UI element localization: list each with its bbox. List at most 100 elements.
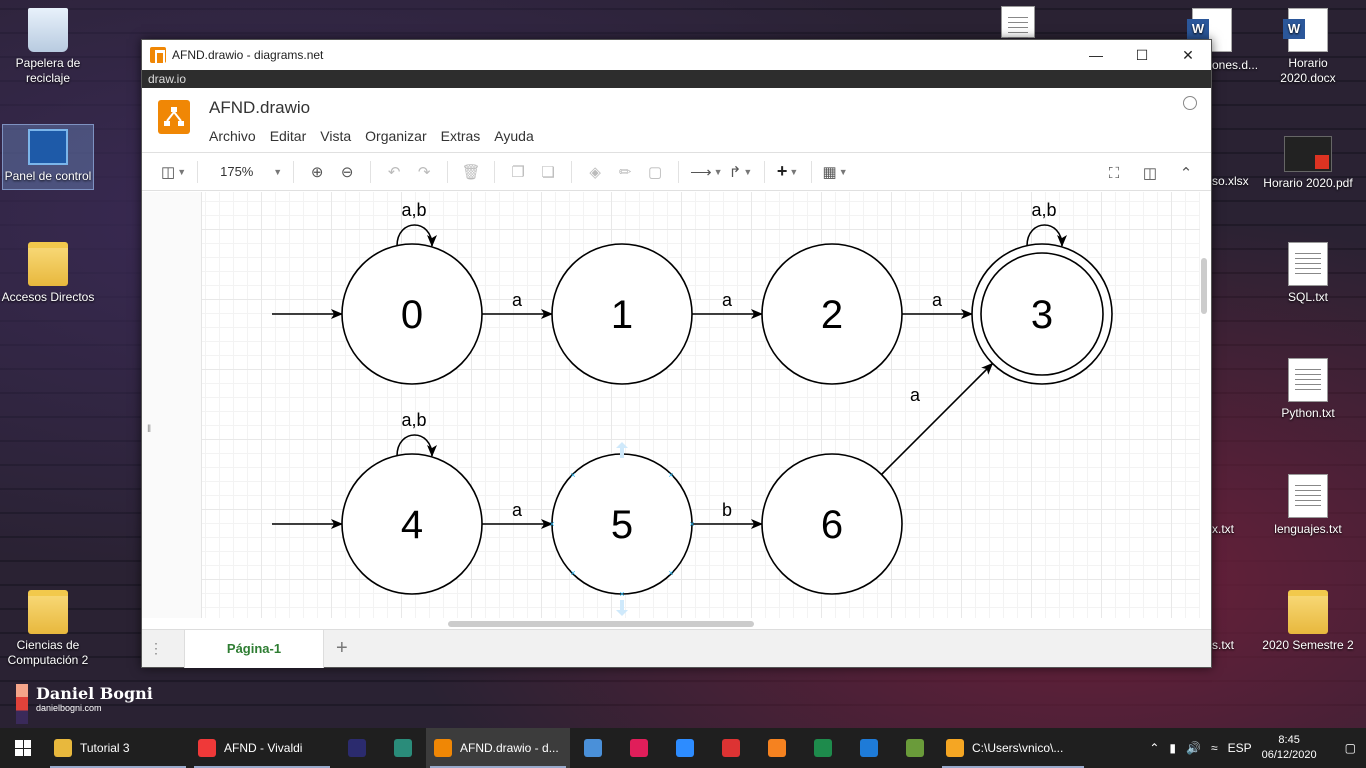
language-globe-icon[interactable] — [1183, 96, 1197, 110]
undo-icon[interactable]: ↶ — [382, 160, 406, 184]
taskbar-item[interactable] — [800, 728, 846, 768]
volume-icon[interactable]: 🔊 — [1186, 741, 1201, 755]
menu-organizar[interactable]: Organizar — [365, 128, 426, 144]
tab-pagina-1[interactable]: Página-1 — [184, 629, 324, 668]
taskbar-item[interactable] — [570, 728, 616, 768]
delete-icon[interactable]: 🗑 — [459, 160, 483, 184]
desktop-icon-shortcuts[interactable]: Accesos Directos — [0, 242, 96, 305]
desktop-icon-control-panel[interactable]: Panel de control — [2, 124, 94, 190]
tray-chevron-up-icon[interactable]: ⌃ — [1149, 741, 1159, 755]
transition-label-5[interactable]: a,b — [401, 410, 426, 430]
desktop-icon-cc2-folder[interactable]: Ciencias de Computación 2 — [0, 590, 96, 668]
diagram-canvas[interactable]: a,baaaa,ba,baba012345××××××××6 — [202, 192, 1200, 618]
connection-style-icon[interactable]: ⟶ ▼ — [690, 160, 722, 184]
zoom-out-icon[interactable]: ⊖ — [335, 160, 359, 184]
format-panel-toggle-icon[interactable]: ◫ ▼ — [161, 160, 186, 184]
menu-extras[interactable]: Extras — [441, 128, 481, 144]
taskbar-item[interactable] — [754, 728, 800, 768]
window-titlebar[interactable]: AFND.drawio - diagrams.net — ☐ ✕ — [142, 40, 1211, 70]
shadow-icon[interactable]: ▢ — [643, 160, 667, 184]
fill-color-icon[interactable]: ◈ — [583, 160, 607, 184]
format-panel-icon[interactable]: ◫ — [1138, 161, 1162, 185]
table-icon[interactable]: ▦ ▼ — [823, 160, 848, 184]
taskbar-item[interactable] — [846, 728, 892, 768]
state-label-0[interactable]: 0 — [401, 293, 423, 337]
minimize-button[interactable]: — — [1073, 40, 1119, 70]
shapes-panel-collapsed[interactable]: ‖ — [142, 192, 202, 618]
desktop-icon-horario-docx[interactable]: W Horario 2020.docx — [1260, 8, 1356, 86]
taskbar-item[interactable] — [616, 728, 662, 768]
language-indicator[interactable]: ESP — [1228, 741, 1252, 755]
menu-editar[interactable]: Editar — [270, 128, 307, 144]
connection-point[interactable]: × — [668, 568, 673, 578]
vertical-scrollbar[interactable] — [1201, 258, 1207, 314]
panel-grip-icon[interactable]: ‖ — [147, 424, 151, 435]
state-label-3[interactable]: 3 — [1031, 293, 1053, 337]
taskbar-item[interactable] — [708, 728, 754, 768]
self-loop-3[interactable] — [1026, 224, 1067, 247]
desktop-icon-recycle-bin[interactable]: Papelera de reciclaje — [0, 8, 96, 86]
desktop-icon-python-txt[interactable]: Python.txt — [1260, 358, 1356, 421]
close-button[interactable]: ✕ — [1165, 40, 1211, 70]
desktop-icon-horario-pdf[interactable]: Horario 2020.pdf — [1260, 136, 1356, 191]
redo-icon[interactable]: ↷ — [412, 160, 436, 184]
zoom-select[interactable]: 175% ▼ — [220, 160, 282, 184]
add-page-icon[interactable]: + — [336, 637, 348, 660]
taskbar-item[interactable] — [334, 728, 380, 768]
notifications-icon[interactable]: ▢ — [1345, 741, 1356, 755]
pages-menu-icon[interactable]: ⋮ — [142, 640, 170, 657]
taskbar-item[interactable] — [380, 728, 426, 768]
desktop-icon-partial-doc[interactable] — [1000, 6, 1036, 42]
collapse-chevron-up-icon[interactable]: ⌃ — [1174, 161, 1198, 185]
state-label-4[interactable]: 4 — [401, 503, 423, 547]
taskbar-item[interactable]: AFND.drawio - d... — [426, 728, 570, 768]
menu-vista[interactable]: Vista — [320, 128, 351, 144]
taskbar-item[interactable]: AFND - Vivaldi — [190, 728, 334, 768]
state-label-1[interactable]: 1 — [611, 293, 633, 337]
menu-archivo[interactable]: Archivo — [209, 128, 256, 144]
maximize-button[interactable]: ☐ — [1119, 40, 1165, 70]
connection-point[interactable]: × — [689, 519, 694, 529]
transition-label-1[interactable]: a — [512, 290, 523, 310]
taskbar-item[interactable] — [662, 728, 708, 768]
zoom-in-icon[interactable]: ⊕ — [305, 160, 329, 184]
to-front-icon[interactable]: ❐ — [506, 160, 530, 184]
hover-arrow-down-icon[interactable] — [616, 600, 628, 616]
connection-point[interactable]: × — [619, 589, 624, 599]
fullscreen-icon[interactable]: ⛶ — [1102, 161, 1126, 185]
state-label-6[interactable]: 6 — [821, 503, 843, 547]
taskbar-item[interactable]: Tutorial 3 — [46, 728, 190, 768]
network-icon[interactable]: ≈ — [1211, 741, 1218, 755]
battery-icon[interactable]: ▮ — [1169, 741, 1176, 755]
desktop-icon-sql-txt[interactable]: SQL.txt — [1260, 242, 1356, 305]
self-loop-4[interactable] — [396, 434, 437, 457]
clock[interactable]: 8:45 06/12/2020 — [1262, 733, 1317, 763]
document-title[interactable]: AFND.drawio — [209, 98, 310, 118]
connection-point[interactable]: × — [668, 470, 673, 480]
connection-point[interactable]: × — [570, 470, 575, 480]
insert-plus-icon[interactable]: + ▼ — [776, 160, 800, 184]
self-loop-0[interactable] — [396, 224, 437, 247]
transition-label-7[interactable]: b — [722, 500, 732, 520]
line-color-icon[interactable]: ✏ — [613, 160, 637, 184]
connection-point[interactable]: × — [549, 519, 554, 529]
menu-ayuda[interactable]: Ayuda — [494, 128, 533, 144]
taskbar-item[interactable] — [892, 728, 938, 768]
transition-label-0[interactable]: a,b — [401, 200, 426, 220]
transition-6-3[interactable] — [880, 362, 994, 476]
transition-label-2[interactable]: a — [722, 290, 733, 310]
desktop-icon-semestre-folder[interactable]: 2020 Semestre 2 — [1260, 590, 1356, 653]
taskbar-item[interactable]: C:\Users\vnico\... — [938, 728, 1088, 768]
horizontal-scrollbar[interactable] — [448, 621, 754, 627]
start-button[interactable] — [0, 728, 46, 768]
state-label-5[interactable]: 5 — [611, 503, 633, 547]
to-back-icon[interactable]: ❏ — [536, 160, 560, 184]
transition-label-4[interactable]: a,b — [1031, 200, 1056, 220]
automaton-diagram[interactable]: a,baaaa,ba,baba012345××××××××6 — [202, 192, 1200, 618]
waypoints-icon[interactable]: ↱ ▼ — [729, 160, 753, 184]
desktop-icon-lenguajes-txt[interactable]: lenguajes.txt — [1260, 474, 1356, 537]
transition-label-8[interactable]: a — [910, 385, 921, 405]
state-label-2[interactable]: 2 — [821, 293, 843, 337]
transition-label-6[interactable]: a — [512, 500, 523, 520]
connection-point[interactable]: × — [570, 568, 575, 578]
